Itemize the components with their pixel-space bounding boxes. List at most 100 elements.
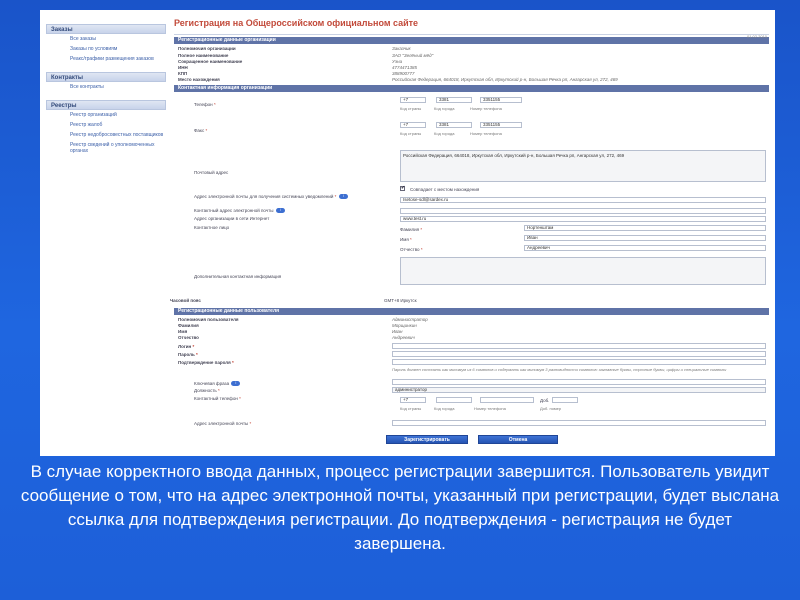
user-phone-label-text: Контактный телефон bbox=[194, 396, 238, 401]
cancel-button[interactable]: Отмена bbox=[478, 435, 558, 444]
sidebar-item-unfair-suppliers[interactable]: Реестр недобросовестных поставщиков bbox=[46, 130, 166, 140]
user-phone-city-input[interactable] bbox=[436, 397, 472, 403]
name-label: Имя * bbox=[400, 237, 412, 242]
org-row-location: Место нахождения Российская Федерация, 66… bbox=[174, 77, 769, 83]
sidebar: Заказы Все заказы Заказы по условиям Реа… bbox=[46, 20, 166, 156]
extra-info-textarea[interactable] bbox=[400, 257, 766, 285]
sidebar-item-complaints-registry[interactable]: Реестр жалоб bbox=[46, 120, 166, 130]
fax-number-input[interactable]: 3351155 bbox=[480, 122, 522, 128]
slide-caption: В случае корректного ввода данных, проце… bbox=[20, 462, 780, 553]
contact-email-label: Контактный адрес электронной почты i bbox=[194, 208, 285, 214]
org-kpp-label: КПП bbox=[178, 71, 188, 76]
same-as-location-label: Совпадает с местом нахождения bbox=[410, 187, 480, 192]
user-phone-country-input[interactable]: +7 bbox=[400, 397, 426, 403]
sidebar-item-all-contracts[interactable]: Все контракты bbox=[46, 82, 166, 92]
fax-city-input[interactable]: 3381 bbox=[436, 122, 472, 128]
sidebar-item-all-orders[interactable]: Все заказы bbox=[46, 34, 166, 44]
timezone-label: Часовой пояс bbox=[170, 298, 201, 303]
phone-country-caption: Код страны bbox=[400, 106, 422, 111]
required-mark: * bbox=[410, 237, 412, 242]
surname-input[interactable]: Нортенштам bbox=[524, 225, 766, 231]
sidebar-item-orders-by-conditions[interactable]: Заказы по условиям bbox=[46, 44, 166, 54]
user-phone-number-caption: Номер телефона bbox=[474, 406, 506, 411]
password-hint: Пароль должен состоять как минимум из 6 … bbox=[392, 367, 727, 372]
contact-person-label: Контактное лицо bbox=[194, 225, 230, 230]
password-label-text: Пароль bbox=[178, 352, 195, 357]
user-name-label: Имя bbox=[178, 329, 188, 334]
sidebar-item-placement-schedules[interactable]: Реакс/графики размещения заказов bbox=[46, 54, 166, 64]
name-label-text: Имя bbox=[400, 237, 409, 242]
info-icon[interactable]: i bbox=[338, 194, 348, 200]
email-notify-input[interactable]: Isetose-sdl@sardex.ru bbox=[400, 197, 766, 203]
user-phone-number-input[interactable] bbox=[480, 397, 534, 403]
extra-info-label: Дополнительная контактная информация bbox=[194, 274, 282, 279]
user-authority-value: Администратор bbox=[392, 317, 428, 322]
user-row-patronymic: Отчество Андреевич bbox=[174, 335, 769, 341]
user-patronymic-value: Андреевич bbox=[392, 335, 415, 340]
login-input[interactable] bbox=[392, 343, 766, 349]
fax-city-caption: Код города bbox=[434, 131, 455, 136]
required-mark: * bbox=[213, 102, 216, 107]
name-input[interactable]: Иван bbox=[524, 235, 766, 241]
sidebar-section-orders[interactable]: Заказы bbox=[46, 24, 166, 34]
required-mark: * bbox=[334, 194, 337, 199]
register-button[interactable]: Зарегистрировать bbox=[386, 435, 468, 444]
sidebar-item-authorized-bodies[interactable]: Реестр сведений о уполномоченных органах bbox=[46, 140, 166, 156]
contact-block: Телефон * +7 3381 3351155 Код страны Код… bbox=[170, 94, 769, 306]
screenshot-frame: Заказы Все заказы Заказы по условиям Реа… bbox=[40, 10, 775, 456]
same-as-location-checkbox[interactable] bbox=[400, 185, 405, 191]
contact-email-input[interactable] bbox=[400, 208, 766, 214]
user-phone-country-caption: Код страны bbox=[400, 406, 422, 411]
email-notify-label: Адрес электронной почты для получения си… bbox=[194, 194, 384, 200]
page-date: 01.02.2010 bbox=[746, 34, 767, 39]
required-mark: * bbox=[239, 396, 241, 401]
user-email-input[interactable] bbox=[392, 420, 766, 426]
fax-label: Факс * bbox=[194, 128, 207, 133]
sidebar-section-registries[interactable]: Реестры bbox=[46, 100, 166, 110]
user-phone-ext-caption: Доб. номер bbox=[540, 406, 562, 411]
user-phone-city-caption: Код города bbox=[434, 406, 455, 411]
required-mark: * bbox=[196, 352, 198, 357]
patronymic-input[interactable]: Андреевич bbox=[524, 245, 766, 251]
phone-number-input[interactable]: 3351155 bbox=[480, 97, 522, 103]
user-block: Полномочия пользователя Администратор Фам… bbox=[174, 317, 769, 435]
org-shortname-label: Сокращенное наименование bbox=[178, 59, 243, 64]
keyword-input[interactable] bbox=[392, 379, 766, 385]
org-inn-value: 4774471385 bbox=[392, 65, 418, 70]
phone-number-caption: Номер телефона bbox=[470, 106, 502, 111]
fax-label-text: Факс bbox=[194, 128, 205, 133]
contact-email-label-text: Контактный адрес электронной почты bbox=[194, 208, 274, 213]
info-icon[interactable]: i bbox=[231, 381, 241, 387]
confirm-password-input[interactable] bbox=[392, 359, 766, 365]
login-label: Логин * bbox=[178, 344, 194, 349]
website-label: Адрес организации в сети Интернет bbox=[194, 216, 270, 221]
phone-city-input[interactable]: 3381 bbox=[436, 97, 472, 103]
postal-address-textarea[interactable]: Российская Федерация, 664018, Иркутская … bbox=[400, 150, 766, 182]
timezone-value[interactable]: GMT+8 Иркутск bbox=[384, 298, 417, 303]
position-label: Должность * bbox=[194, 388, 220, 393]
website-input[interactable]: www.test.ru bbox=[400, 216, 766, 222]
confirm-password-label-text: Подтверждение пароля bbox=[178, 360, 231, 365]
user-surname-value: Морщинкин bbox=[392, 323, 417, 328]
phone-label: Телефон * bbox=[194, 102, 216, 107]
required-mark: * bbox=[249, 421, 252, 426]
registration-form: Регистрация на Общероссийском официально… bbox=[170, 16, 769, 449]
login-label-text: Логин bbox=[178, 344, 192, 349]
position-input[interactable]: администратор bbox=[392, 387, 766, 393]
sidebar-item-org-registry[interactable]: Реестр организаций bbox=[46, 110, 166, 120]
org-shortname-value: Уэна bbox=[392, 59, 403, 64]
sidebar-section-contracts[interactable]: Контракты bbox=[46, 72, 166, 82]
required-mark: * bbox=[218, 388, 220, 393]
user-phone-ext-input[interactable] bbox=[552, 397, 578, 403]
title-divider bbox=[174, 34, 769, 35]
info-icon[interactable]: i bbox=[275, 208, 285, 214]
surname-label-text: Фамилия bbox=[400, 227, 420, 232]
user-phone-ext-prefix: Доб. bbox=[540, 398, 550, 403]
surname-label: Фамилия * bbox=[400, 227, 422, 232]
position-label-text: Должность bbox=[194, 388, 217, 393]
postal-address-label: Почтовый адрес bbox=[194, 170, 229, 175]
fax-country-input[interactable]: +7 bbox=[400, 122, 426, 128]
password-input[interactable] bbox=[392, 351, 766, 357]
phone-country-input[interactable]: +7 bbox=[400, 97, 426, 103]
user-authority-label: Полномочия пользователя bbox=[178, 317, 239, 322]
